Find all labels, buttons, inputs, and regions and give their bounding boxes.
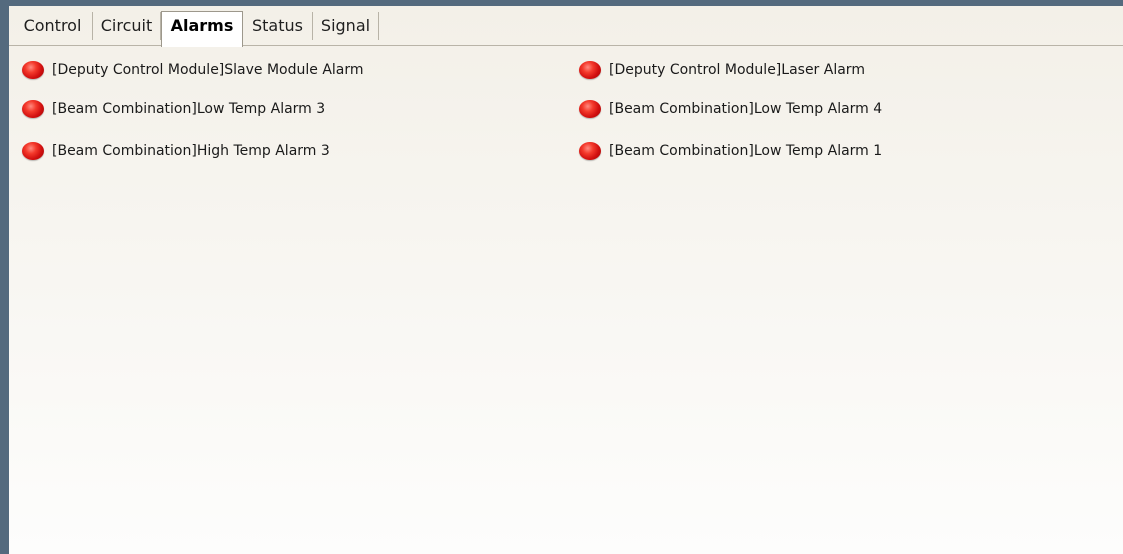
alarm-item: [Beam Combination]Low Temp Alarm 4 [579,97,882,121]
alarm-label: [Beam Combination]High Temp Alarm 3 [52,143,330,159]
red-led-icon [22,100,44,118]
tab-circuit[interactable]: Circuit [93,12,161,40]
red-led-icon [22,142,44,160]
alarm-label: [Deputy Control Module]Slave Module Alar… [52,62,364,78]
red-led-icon [579,142,601,160]
alarm-panel-window: Control Circuit Alarms Status Signal [De… [0,0,1123,554]
alarm-label: [Beam Combination]Low Temp Alarm 1 [609,143,883,159]
alarm-item: [Beam Combination]Low Temp Alarm 1 [579,139,882,163]
alarm-label: [Beam Combination]Low Temp Alarm 3 [52,101,326,117]
alarm-item: [Deputy Control Module]Laser Alarm [579,58,865,82]
tab-status[interactable]: Status [243,12,313,40]
alarm-label: [Deputy Control Module]Laser Alarm [609,62,865,78]
tab-signal[interactable]: Signal [313,12,379,40]
red-led-icon [579,100,601,118]
red-led-icon [22,61,44,79]
alarm-label: [Beam Combination]Low Temp Alarm 4 [609,101,883,117]
tab-bar: Control Circuit Alarms Status Signal [9,6,1123,47]
alarm-item: [Deputy Control Module]Slave Module Alar… [22,58,364,82]
alarm-item: [Beam Combination]Low Temp Alarm 3 [22,97,325,121]
tab-alarms[interactable]: Alarms [161,11,243,47]
red-led-icon [579,61,601,79]
tab-control[interactable]: Control [13,12,93,40]
alarm-item: [Beam Combination]High Temp Alarm 3 [22,139,330,163]
